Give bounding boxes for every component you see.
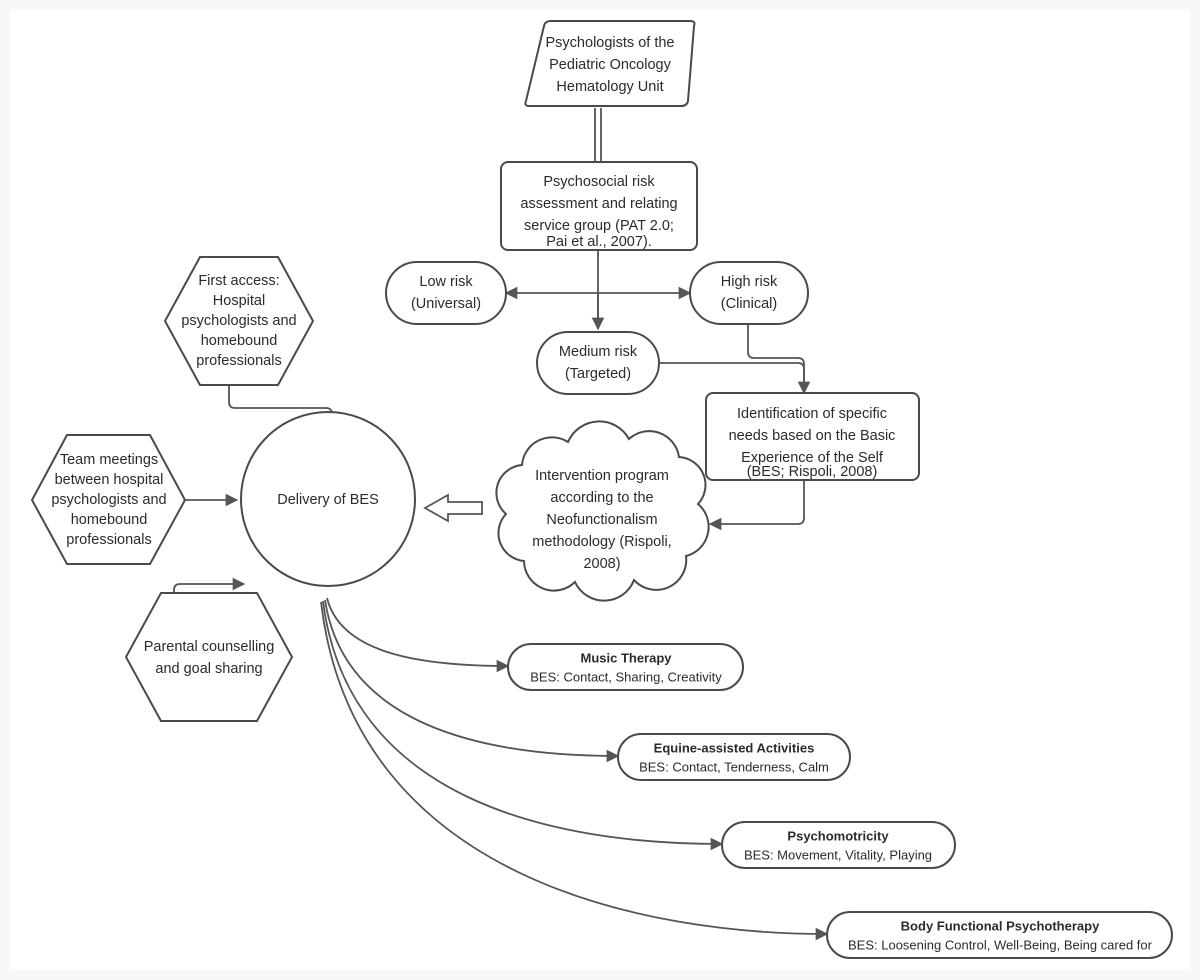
node-intervention-line-2: Neofunctionalism — [546, 512, 657, 528]
node-first-access-line-1: Hospital — [213, 293, 265, 309]
node-delivery[interactable]: Delivery of BES — [240, 411, 416, 587]
node-low-risk-line-1: (Universal) — [411, 296, 481, 312]
node-intervention-line-0: Intervention program — [535, 468, 669, 484]
node-low-risk[interactable]: Low risk (Universal) — [385, 261, 507, 325]
therapy-title: Psychomotricity — [787, 828, 889, 843]
node-parental-line-0: Parental counselling — [144, 639, 275, 655]
therapy-node-body-functional-psychotherapy[interactable]: Body Functional Psychotherapy BES: Loose… — [826, 911, 1173, 959]
therapy-title: Equine-assisted Activities — [654, 740, 815, 755]
therapy-node-music-therapy[interactable]: Music Therapy BES: Contact, Sharing, Cre… — [507, 643, 744, 691]
node-first-access-line-4: professionals — [196, 353, 281, 369]
edge-mediumrisk-to-identification — [658, 362, 805, 393]
node-parental-counselling[interactable]: Parental counselling and goal sharing — [124, 592, 294, 722]
node-source-line-2: Hematology Unit — [556, 79, 663, 95]
node-first-access[interactable]: First access: Hospital psychologists and… — [163, 256, 315, 386]
edge-identification-to-intervention — [708, 480, 805, 531]
therapy-subtitle: BES: Loosening Control, Well-Being, Bein… — [848, 937, 1153, 952]
node-assessment-line-2: service group (PAT 2.0; — [524, 218, 674, 234]
node-team-meetings-line-0: Team meetings — [60, 452, 158, 468]
therapy-title: Music Therapy — [580, 650, 672, 665]
node-team-meetings-line-1: between hospital — [55, 472, 164, 488]
therapy-title: Body Functional Psychotherapy — [901, 918, 1100, 933]
node-team-meetings[interactable]: Team meetings between hospital psycholog… — [30, 434, 187, 565]
node-team-meetings-line-4: professionals — [66, 532, 151, 548]
node-medium-risk-line-0: Medium risk — [559, 344, 638, 360]
therapy-node-psychomotricity[interactable]: Psychomotricity BES: Movement, Vitality,… — [721, 821, 956, 869]
node-high-risk-line-0: High risk — [721, 274, 778, 290]
node-intervention-line-3: methodology (Rispoli, — [532, 534, 671, 550]
node-parental-line-1: and goal sharing — [155, 661, 262, 677]
edge-assessment-to-risks — [504, 250, 692, 331]
edge-intervention-to-delivery — [423, 493, 483, 523]
node-assessment-line-1: assessment and relating — [520, 196, 677, 212]
node-high-risk-line-1: (Clinical) — [721, 296, 777, 312]
node-assessment-line-0: Psychosocial risk — [543, 174, 655, 190]
node-medium-risk[interactable]: Medium risk (Targeted) — [536, 331, 660, 395]
node-first-access-line-3: homebound — [201, 333, 278, 349]
node-medium-risk-line-1: (Targeted) — [565, 366, 631, 382]
flowchart-svg: Psychologists of the Pediatric Oncology … — [30, 20, 1173, 959]
node-first-access-line-0: First access: — [198, 273, 279, 289]
node-low-risk-line-0: Low risk — [419, 274, 473, 290]
node-team-meetings-line-2: psychologists and — [51, 492, 166, 508]
therapy-node-equine-assisted-activities[interactable]: Equine-assisted Activities BES: Contact,… — [617, 733, 851, 781]
node-delivery-label: Delivery of BES — [277, 492, 379, 508]
flowchart-page: Psychologists of the Pediatric Oncology … — [0, 0, 1200, 980]
node-source-line-1: Pediatric Oncology — [549, 57, 671, 73]
node-identification-line-0: Identification of specific — [737, 406, 887, 422]
node-team-meetings-line-3: homebound — [71, 512, 148, 528]
therapy-subtitle: BES: Movement, Vitality, Playing — [744, 847, 932, 862]
edge-source-to-assessment — [594, 108, 602, 162]
node-source-line-0: Psychologists of the — [546, 35, 675, 51]
flowchart-canvas: Psychologists of the Pediatric Oncology … — [10, 10, 1190, 970]
therapy-subtitle: BES: Contact, Tenderness, Calm — [639, 759, 829, 774]
node-identification[interactable]: Identification of specific needs based o… — [705, 392, 920, 481]
node-intervention-line-4: 2008) — [583, 556, 620, 572]
node-source[interactable]: Psychologists of the Pediatric Oncology … — [524, 20, 696, 107]
node-identification-line-3: (BES; Rispoli, 2008) — [747, 464, 878, 480]
node-assessment-line-3: Pai et al., 2007). — [546, 234, 652, 250]
node-intervention-line-1: according to the — [550, 490, 653, 506]
edge-highrisk-to-identification — [747, 322, 811, 395]
node-assessment[interactable]: Psychosocial risk assessment and relatin… — [500, 161, 698, 251]
node-high-risk[interactable]: High risk (Clinical) — [689, 261, 809, 325]
node-identification-line-1: needs based on the Basic — [729, 428, 896, 444]
node-intervention[interactable]: Intervention program according to the Ne… — [495, 420, 710, 602]
node-first-access-line-2: psychologists and — [181, 313, 296, 329]
therapy-subtitle: BES: Contact, Sharing, Creativity — [530, 669, 722, 684]
